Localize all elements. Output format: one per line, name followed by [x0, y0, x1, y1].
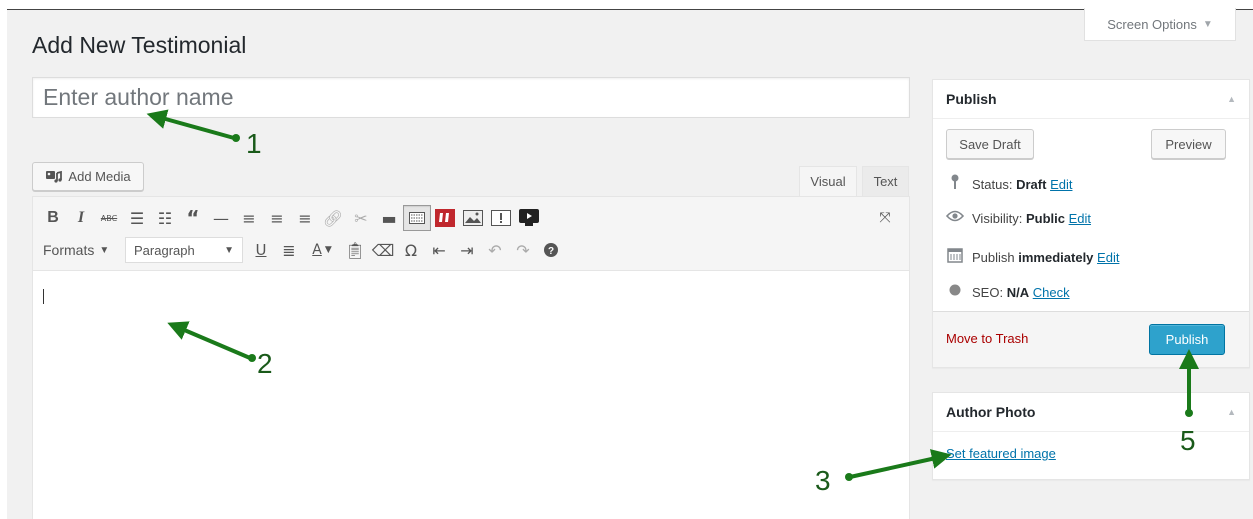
align-left-icon[interactable]: ≡ — [235, 205, 263, 231]
read-more-icon[interactable]: ▬ — [375, 205, 403, 231]
screen-options-label: Screen Options — [1107, 16, 1197, 32]
alert-icon[interactable] — [487, 205, 515, 231]
clear-formatting-icon[interactable]: ⌫ — [369, 237, 397, 263]
schedule-row: Publish immediately Edit — [946, 247, 1119, 267]
italic-icon[interactable]: I — [67, 205, 95, 231]
bullet-list-icon[interactable]: ☰ — [123, 205, 151, 231]
annotation-number-5: 5 — [1180, 425, 1196, 456]
editor-body[interactable] — [33, 271, 909, 519]
publish-box-title: Publish — [946, 91, 997, 107]
seo-check-link[interactable]: Check — [1033, 285, 1070, 300]
add-media-label: Add Media — [68, 169, 131, 184]
publish-button[interactable]: Publish — [1149, 324, 1225, 355]
page-title: Add New Testimonial — [32, 32, 247, 58]
status-value: Draft — [1016, 176, 1047, 192]
seo-label: SEO: — [972, 284, 1004, 300]
move-to-trash-link[interactable]: Move to Trash — [946, 331, 1028, 346]
justify-icon[interactable]: ≣ — [275, 237, 303, 263]
undo-icon[interactable]: ↶ — [481, 237, 509, 263]
underline-icon[interactable]: U — [247, 237, 275, 263]
tab-visual[interactable]: Visual — [799, 166, 857, 196]
align-right-icon[interactable]: ≡ — [291, 205, 319, 231]
add-media-button[interactable]: Add Media — [32, 162, 144, 191]
paragraph-select-value: Paragraph — [134, 242, 195, 258]
publish-label: Publish — [972, 249, 1015, 265]
editor-toolbar: B I ABC ☰ ☷ “ — ≡ ≡ ≡ 🔗︎ ✂ ▬ ⤧ Formats ▼… — [33, 197, 909, 271]
paragraph-select[interactable]: Paragraph ▼ — [125, 237, 243, 263]
seo-row: SEO: N/A Check — [946, 284, 1070, 300]
insert-link-icon[interactable]: 🔗︎ — [319, 205, 347, 231]
decrease-indent-icon[interactable]: ⇤ — [425, 237, 453, 263]
increase-indent-icon[interactable]: ⇥ — [453, 237, 481, 263]
preview-button[interactable]: Preview — [1151, 129, 1226, 159]
seo-status-dot-icon — [946, 284, 964, 300]
remove-link-icon[interactable]: ✂ — [347, 205, 375, 231]
fullscreen-icon[interactable]: ⤧ — [871, 205, 899, 231]
status-row: Status: Draft Edit — [946, 174, 1072, 194]
seo-value: N/A — [1006, 284, 1030, 300]
annotation-number-2: 2 — [257, 348, 273, 379]
status-label: Status: — [972, 176, 1013, 192]
add-media-icon — [46, 170, 63, 183]
save-draft-button[interactable]: Save Draft — [946, 129, 1034, 159]
testimonial-shortcode-icon[interactable] — [431, 205, 459, 231]
align-center-icon[interactable]: ≡ — [263, 205, 291, 231]
insert-image-icon[interactable] — [459, 205, 487, 231]
toolbar-row-2: Formats ▼ Paragraph ▼ U ≣ A ▼ 📋︎ ⌫ Ω ⇤ ⇥ … — [39, 237, 565, 263]
blockquote-icon[interactable]: “ — [179, 205, 207, 231]
collapse-arrow-icon[interactable]: ▲ — [1227, 94, 1236, 104]
annotation-number-3: 3 — [815, 465, 831, 496]
edit-status-link[interactable]: Edit — [1050, 177, 1072, 192]
formats-label: Formats — [43, 242, 95, 258]
visibility-row: Visibility: Public Edit — [945, 210, 1091, 226]
visibility-label: Visibility: — [972, 210, 1023, 226]
caret-down-icon: ▼ — [1202, 18, 1213, 30]
publish-box-header[interactable]: Publish ▲ — [933, 80, 1249, 119]
edit-visibility-link[interactable]: Edit — [1069, 211, 1091, 226]
caret-down-icon: ▼ — [99, 244, 110, 256]
content-editor: B I ABC ☰ ☷ “ — ≡ ≡ ≡ 🔗︎ ✂ ▬ ⤧ Formats ▼… — [32, 196, 910, 519]
redo-icon[interactable]: ↷ — [509, 237, 537, 263]
text-color-icon[interactable]: A ▼ — [303, 237, 341, 263]
paste-as-text-icon[interactable]: 📋︎ — [341, 237, 369, 263]
tab-text[interactable]: Text — [862, 166, 909, 196]
collapse-arrow-icon[interactable]: ▲ — [1227, 407, 1236, 417]
calendar-icon — [946, 247, 964, 267]
major-publishing-actions: Move to Trash Publish — [933, 311, 1249, 367]
horizontal-rule-icon[interactable]: — — [207, 205, 235, 231]
author-photo-box: Author Photo ▲ Set featured image — [932, 392, 1250, 480]
screen-options-button[interactable]: Screen Options ▼ — [1084, 8, 1236, 41]
caret-down-icon: ▼ — [224, 244, 234, 256]
visibility-value: Public — [1025, 210, 1065, 226]
toolbar-row-1: B I ABC ☰ ☷ “ — ≡ ≡ ≡ 🔗︎ ✂ ▬ — [39, 205, 543, 231]
set-featured-image-link[interactable]: Set featured image — [946, 446, 1056, 461]
svg-text:?: ? — [548, 246, 554, 257]
bold-icon[interactable]: B — [39, 205, 67, 231]
author-name-input[interactable] — [32, 77, 910, 118]
numbered-list-icon[interactable]: ☷ — [151, 205, 179, 231]
author-photo-title: Author Photo — [946, 404, 1036, 420]
publish-time-value: immediately — [1018, 249, 1094, 265]
strikethrough-icon[interactable]: ABC — [95, 205, 123, 231]
video-icon[interactable] — [515, 205, 543, 231]
toolbar-toggle-icon[interactable] — [403, 205, 431, 231]
pin-icon — [946, 174, 964, 194]
edit-schedule-link[interactable]: Edit — [1097, 250, 1119, 265]
help-icon[interactable]: ? — [537, 237, 565, 263]
eye-icon — [945, 210, 965, 226]
formats-dropdown[interactable]: Formats ▼ — [39, 242, 125, 258]
annotation-number-1: 1 — [246, 128, 262, 159]
publish-box: Publish ▲ Save Draft Preview Status: Dra… — [932, 79, 1250, 368]
text-cursor — [43, 289, 44, 304]
author-photo-header[interactable]: Author Photo ▲ — [933, 393, 1249, 432]
special-character-icon[interactable]: Ω — [397, 237, 425, 263]
